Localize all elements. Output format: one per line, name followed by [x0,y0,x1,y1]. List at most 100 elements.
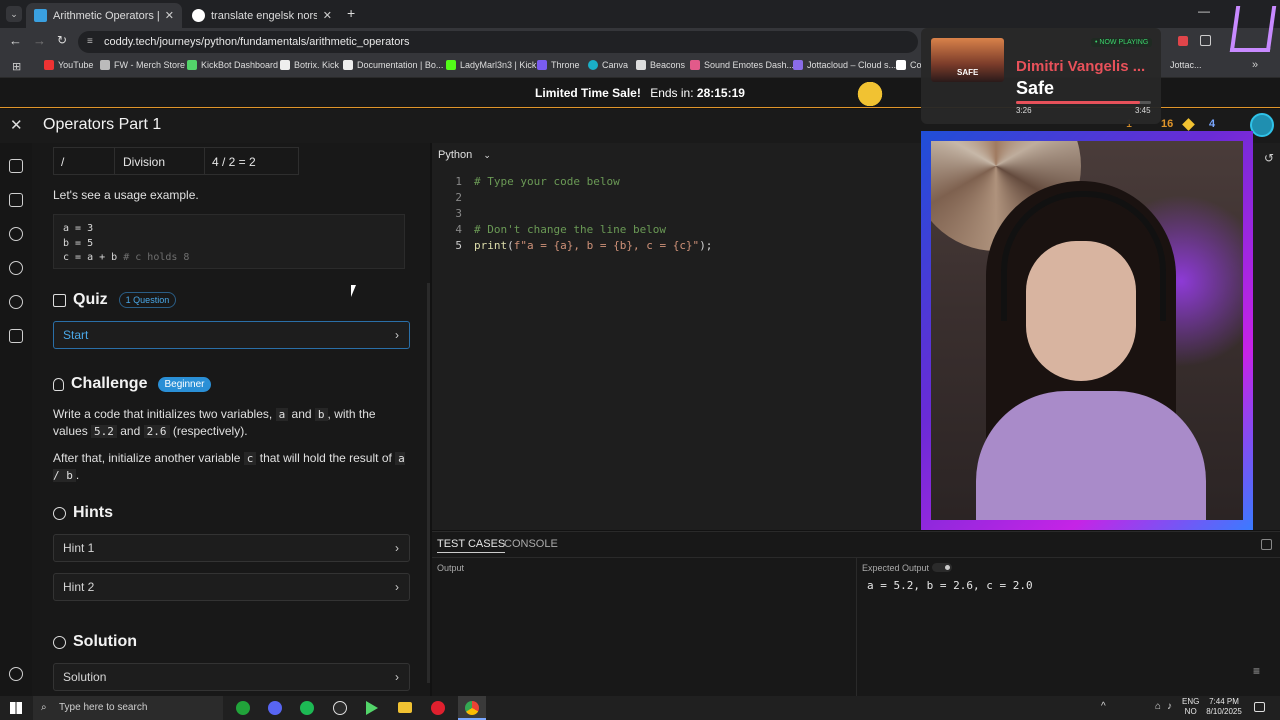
tab-title: Arithmetic Operators | Python [53,9,159,22]
menu-icon[interactable]: ≡ [1253,664,1260,678]
avatar[interactable] [1250,113,1274,137]
media-player-icon[interactable] [366,701,378,715]
site-info-icon[interactable]: ≡ [87,31,93,53]
quiz-icon [53,293,66,307]
bookmark-label: KickBot Dashboard [201,60,279,70]
table-cell-name: Division [123,155,166,169]
forward-icon[interactable]: → [33,33,46,48]
extension-icon[interactable] [1178,36,1188,46]
inline-code: 5.2 [91,425,117,438]
lesson-icon[interactable] [9,159,23,173]
bookmark-documentation[interactable]: Documentation | Bo... [343,60,443,70]
chrome-icon[interactable] [458,696,486,720]
help-circle-icon[interactable] [9,667,23,681]
tray-chevron-icon[interactable]: ^ [1101,701,1106,712]
close-tab-icon[interactable]: ✕ [165,9,174,22]
page-title: Operators Part 1 [43,116,162,133]
bookmark-canva[interactable]: Canva [588,60,628,70]
challenge-text: (respectively). [172,424,248,438]
code-fn: print [474,239,508,252]
reset-icon[interactable]: ↺ [1264,151,1274,165]
hints-icon [53,506,66,520]
back-icon[interactable]: ← [9,33,22,48]
language-select[interactable]: Python ⌄ [438,149,491,161]
close-tab-icon[interactable]: ✕ [323,9,332,22]
xbox-icon[interactable] [236,701,250,715]
chat-icon[interactable] [9,329,23,343]
browser-tab[interactable]: translate engelsk norsk - Googl ✕ [184,3,340,28]
canva-icon [588,60,598,70]
side-icon-rail [0,143,32,696]
language-label: Python [438,149,473,161]
tab-console[interactable]: CONSOLE [504,538,558,550]
toggle-knob [945,565,950,570]
hint-1-button[interactable]: Hint 1 › [53,534,410,562]
expand-panel-icon[interactable] [1261,539,1272,550]
help-icon[interactable] [9,295,23,309]
bookmark-co[interactable]: Co [896,60,922,70]
volume-icon[interactable]: ♪ [1167,701,1172,712]
quiz-start-button[interactable]: Start › [53,321,410,349]
youtube-icon [44,60,54,70]
browser-tab-active[interactable]: Arithmetic Operators | Python ✕ [26,3,182,28]
bookmark-label: Botrix. Kick [294,60,340,70]
history-icon[interactable] [9,227,23,241]
zoom-icon[interactable] [9,261,23,275]
notification-icon[interactable] [1254,702,1265,712]
toggle-switch[interactable] [932,563,952,572]
bookmark-merch[interactable]: FW - Merch Store [100,60,185,70]
close-lesson-icon[interactable]: ✕ [10,116,23,134]
tab-test-cases[interactable]: TEST CASES [437,538,506,553]
bookmark-jottacloud[interactable]: Jottacloud – Cloud s... [793,60,896,70]
bookmark-sound-emotes[interactable]: Sound Emotes Dash... [690,60,794,70]
puzzle-icon[interactable] [1200,35,1211,46]
inline-code: b [314,408,328,421]
bookmark-jottac[interactable]: Jottac... [1170,60,1202,70]
bookmark-label: Sound Emotes Dash... [704,60,795,70]
usage-intro: Let's see a usage example. [53,188,199,202]
spotify-icon[interactable] [300,701,314,715]
person-sweater [976,391,1206,520]
obs-icon[interactable] [333,701,347,715]
windows-start-icon[interactable] [10,702,22,714]
solution-button[interactable]: Solution › [53,663,410,691]
reload-icon[interactable]: ↻ [57,33,67,47]
gems-count: 16 [1161,118,1174,130]
sale-ends-label: Ends in: [650,86,694,100]
bookmark-throne[interactable]: Throne [537,60,580,70]
clock[interactable]: 7:44 PM 8/10/2025 [1205,697,1243,717]
bookmark-ladymarl[interactable]: LadyMarl3n3 | Kick [446,60,536,70]
language-indicator[interactable]: ENG NO [1182,697,1199,717]
bookmark-kickbot[interactable]: KickBot Dashboard [187,60,278,70]
divider [856,558,857,697]
expected-output-value: a = 5.2, b = 2.6, c = 2.0 [867,579,1033,592]
code-line: a = 3 [63,223,94,234]
hint-2-button[interactable]: Hint 2 › [53,573,410,601]
discord-icon[interactable] [268,701,282,715]
inline-code: a [275,408,289,421]
opera-icon[interactable] [431,701,445,715]
tab-search-icon[interactable]: ⌄ [6,6,22,22]
search-doc-icon[interactable] [9,193,23,207]
new-tab-icon[interactable]: + [347,5,355,21]
table-divider [204,148,205,174]
bookmark-botrix[interactable]: Botrix. Kick [280,60,339,70]
bookmark-beacons[interactable]: Beacons [636,60,685,70]
bookmark-youtube[interactable]: YouTube [44,60,93,70]
code-text: c = a + b [63,252,118,263]
bookmark-label: Documentation | Bo... [357,60,444,70]
webcam-feed [931,141,1243,520]
challenge-text: and [120,424,141,438]
more-bookmarks-icon[interactable]: » [1252,59,1258,71]
minimize-icon[interactable]: — [1198,4,1210,18]
taskbar-search-input[interactable]: ⌕ Type here to search [33,696,223,720]
clock-date: 8/10/2025 [1206,707,1242,716]
question-count-badge: 1 Question [118,292,177,308]
url-input[interactable]: ≡ coddy.tech/journeys/python/fundamental… [78,31,918,53]
hints-heading: Hints [53,504,113,522]
network-icon[interactable]: ⌂ [1155,701,1161,712]
file-explorer-icon[interactable] [398,702,412,713]
scrollbar[interactable] [427,283,430,683]
apps-grid-icon[interactable]: ⊞ [12,60,21,73]
lang-code: ENG [1182,697,1200,706]
